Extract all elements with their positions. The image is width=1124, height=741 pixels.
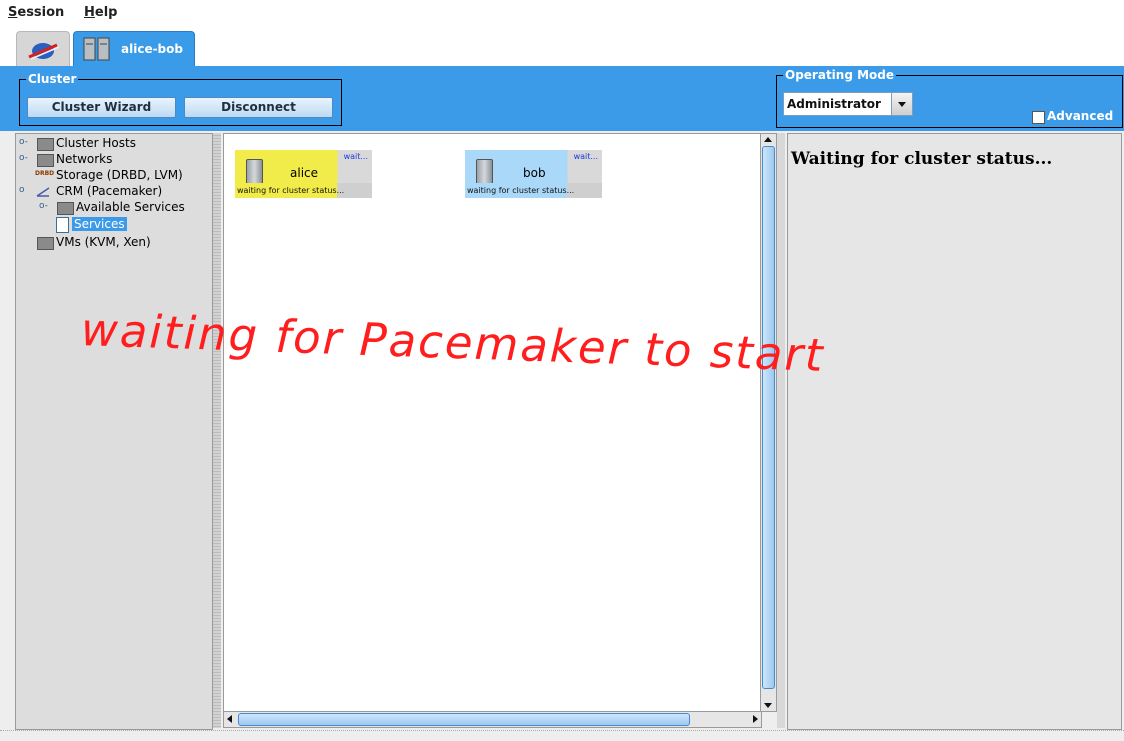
app-logo-icon xyxy=(28,43,60,60)
cluster-status-message: Waiting for cluster status... xyxy=(791,149,1053,169)
tree-label: Storage (DRBD, LVM) xyxy=(56,168,183,182)
scroll-left-icon[interactable] xyxy=(227,715,232,723)
scroll-down-icon[interactable] xyxy=(764,703,772,708)
operating-mode-select[interactable]: Administrator xyxy=(783,92,913,116)
node-alice[interactable]: alice wait... waiting for cluster status… xyxy=(235,150,372,202)
tree-label: Services xyxy=(72,217,127,231)
navigation-tree: o- Cluster Hosts o- Networks DRBD Storag… xyxy=(15,133,213,730)
scroll-up-icon[interactable] xyxy=(764,137,772,142)
tree-label: Networks xyxy=(56,152,113,166)
crm-icon xyxy=(36,187,50,197)
tree-expand-icon[interactable]: o- xyxy=(19,153,28,163)
document-icon xyxy=(56,217,69,233)
tab-alice-bob-label: alice-bob xyxy=(121,42,183,56)
menu-session-mnemonic: S xyxy=(8,5,18,20)
menu-help[interactable]: Help xyxy=(84,5,117,20)
node-wait-label: wait... xyxy=(343,152,368,161)
menu-help-rest: elp xyxy=(94,5,118,20)
tree-label: Cluster Hosts xyxy=(56,136,136,150)
folder-icon xyxy=(37,154,54,167)
cluster-wizard-button[interactable]: Cluster Wizard xyxy=(27,97,176,118)
operating-mode-value: Administrator xyxy=(787,97,881,111)
folder-icon xyxy=(57,202,74,215)
operating-mode-title: Operating Mode xyxy=(783,68,897,82)
right-splitter[interactable] xyxy=(777,133,785,728)
graph-vertical-scrollbar[interactable] xyxy=(760,133,777,712)
node-status: waiting for cluster status... xyxy=(235,183,372,198)
menu-session-rest: ession xyxy=(17,5,65,20)
tree-label: Available Services xyxy=(76,200,185,214)
left-splitter[interactable] xyxy=(213,133,221,728)
horizontal-scroll-thumb[interactable] xyxy=(238,713,690,726)
status-bar xyxy=(0,730,1124,741)
folder-icon xyxy=(37,237,54,250)
advanced-checkbox[interactable] xyxy=(1032,111,1045,124)
cluster-graph[interactable]: alice wait... waiting for cluster status… xyxy=(223,133,762,712)
tree-expand-icon[interactable]: o- xyxy=(39,201,48,211)
menu-session[interactable]: Session xyxy=(8,5,64,20)
drbd-icon: DRBD xyxy=(35,170,55,177)
node-bob[interactable]: bob wait... waiting for cluster status..… xyxy=(465,150,602,202)
cluster-icon xyxy=(83,37,110,61)
node-name: bob xyxy=(523,166,546,180)
tree-collapse-icon[interactable]: o xyxy=(19,185,25,195)
menu-help-mnemonic: H xyxy=(84,5,95,20)
cluster-toolbar: Cluster Cluster Wizard Disconnect Operat… xyxy=(0,66,1124,131)
tab-bar: alice-bob xyxy=(0,26,1124,67)
folder-icon xyxy=(37,138,54,151)
operating-mode-group: Operating Mode Administrator Advanced xyxy=(776,68,1123,128)
graph-horizontal-scrollbar[interactable] xyxy=(223,711,762,728)
vertical-scroll-thumb[interactable] xyxy=(762,146,775,689)
node-status-text: waiting for cluster status... xyxy=(467,186,575,195)
tab-home[interactable] xyxy=(16,31,70,67)
advanced-label: Advanced xyxy=(1047,109,1114,123)
info-panel: Waiting for cluster status... xyxy=(787,133,1122,730)
disconnect-button[interactable]: Disconnect xyxy=(184,97,333,118)
menu-bar: Session Help xyxy=(0,0,1124,26)
cluster-group-title: Cluster xyxy=(26,72,79,86)
tree-expand-icon[interactable]: o- xyxy=(19,137,28,147)
tab-alice-bob[interactable]: alice-bob xyxy=(73,31,195,67)
tree-label: CRM (Pacemaker) xyxy=(56,184,163,198)
node-wait-label: wait... xyxy=(573,152,598,161)
node-status-text: waiting for cluster status... xyxy=(237,186,345,195)
scroll-right-icon[interactable] xyxy=(753,715,758,723)
chevron-down-icon[interactable] xyxy=(891,93,912,115)
node-status: waiting for cluster status... xyxy=(465,183,602,198)
cluster-group: Cluster Cluster Wizard Disconnect xyxy=(19,72,342,126)
node-name: alice xyxy=(290,166,319,180)
tree-label: VMs (KVM, Xen) xyxy=(56,235,151,249)
